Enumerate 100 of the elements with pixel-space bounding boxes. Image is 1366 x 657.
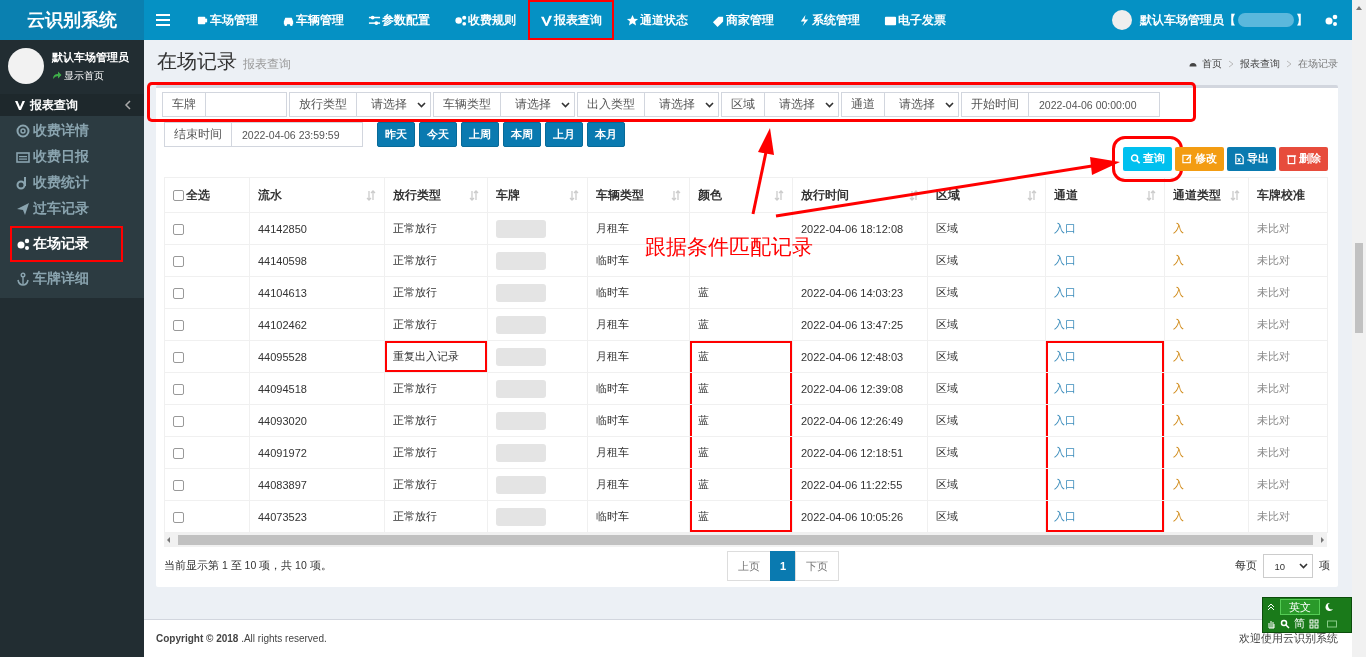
date-range-button[interactable]: 上周 xyxy=(461,122,499,147)
table-cell: 正常放行 xyxy=(393,478,437,490)
table-cell: 临时车 xyxy=(596,414,629,426)
row-checkbox[interactable] xyxy=(173,223,184,235)
table-cell: 入 xyxy=(1173,350,1184,362)
hand-icon[interactable] xyxy=(1266,618,1276,629)
table-cell[interactable]: 入口 xyxy=(1054,254,1076,266)
table-cell[interactable]: 入口 xyxy=(1054,510,1076,522)
nav-item[interactable]: 商家管理 xyxy=(700,0,786,40)
sidebar-item[interactable]: 过车记录 xyxy=(4,196,117,222)
nav-item[interactable]: 系统管理 xyxy=(786,0,872,40)
nav-item[interactable]: 电子发票 xyxy=(872,0,958,40)
table-cell: 正常放行 xyxy=(393,414,437,426)
nav-item[interactable]: 车辆管理 xyxy=(270,0,356,40)
grid-icon[interactable] xyxy=(1309,618,1319,629)
nav-item[interactable]: 通道状态 xyxy=(614,0,700,40)
table-cell[interactable]: 入口 xyxy=(1054,382,1076,394)
date-range-button[interactable]: 本周 xyxy=(503,122,541,147)
sidebar-item[interactable]: 收费详情 xyxy=(4,118,117,144)
action-button[interactable]: 删除 xyxy=(1279,147,1328,171)
ime-mode[interactable]: 英文 xyxy=(1280,598,1320,615)
nav-item[interactable]: 车场管理 xyxy=(184,0,270,40)
row-checkbox[interactable] xyxy=(173,287,184,299)
row-checkbox[interactable] xyxy=(173,255,184,267)
row-checkbox[interactable] xyxy=(173,319,184,331)
table-cell: 蓝 xyxy=(698,350,709,362)
dashboard-icon xyxy=(1189,60,1197,68)
sidebar-item[interactable]: 收费日报 xyxy=(4,144,117,170)
table-cell: 月租车 xyxy=(596,446,629,458)
date-range-button[interactable]: 上月 xyxy=(545,122,583,147)
table-cell: 44104613 xyxy=(258,286,307,299)
menu-icon[interactable] xyxy=(156,14,170,26)
date-range-button[interactable]: 本月 xyxy=(587,122,625,147)
moon-icon[interactable] xyxy=(1324,601,1334,612)
row-checkbox[interactable] xyxy=(173,479,184,491)
table-cell: 区域 xyxy=(936,286,958,298)
search-icon[interactable] xyxy=(1280,618,1290,629)
breadcrumb-link[interactable]: 报表查询 xyxy=(1240,57,1280,71)
table-cell: 未比对 xyxy=(1257,254,1290,266)
nav-item[interactable]: 收费规则 xyxy=(442,0,528,40)
anchor-icon xyxy=(16,272,30,286)
page-button[interactable]: 1 xyxy=(770,551,797,581)
column-header[interactable]: 车牌 xyxy=(496,186,520,204)
column-header[interactable]: 流水 xyxy=(258,186,282,204)
sidebar-item[interactable]: 车牌详细 xyxy=(4,266,117,292)
table-cell: 未比对 xyxy=(1257,414,1290,426)
action-button[interactable]: 导出 xyxy=(1227,147,1276,171)
column-header[interactable]: 通道 xyxy=(1054,186,1078,204)
table-cell[interactable]: 入口 xyxy=(1054,222,1076,234)
sidebar-item[interactable]: 在场记录 xyxy=(10,226,123,262)
table-cell[interactable]: 入口 xyxy=(1054,414,1076,426)
sidebar-item[interactable]: 收费统计 xyxy=(4,170,117,196)
table-cell: 区域 xyxy=(936,222,958,234)
home-link[interactable]: 显示首页 xyxy=(52,68,129,83)
select-all-checkbox[interactable] xyxy=(173,189,184,201)
table-cell: 未比对 xyxy=(1257,382,1290,394)
table-cell[interactable]: 入口 xyxy=(1054,446,1076,458)
ime-script[interactable]: 简 xyxy=(1294,616,1305,631)
table-cell: 正常放行 xyxy=(393,382,437,394)
nav-item[interactable]: 参数配置 xyxy=(356,0,442,40)
row-checkbox[interactable] xyxy=(173,383,184,395)
table-cell: 区域 xyxy=(936,510,958,522)
table-cell: 入 xyxy=(1173,318,1184,330)
row-checkbox[interactable] xyxy=(173,415,184,427)
pager-link[interactable]: 下页 xyxy=(795,551,840,581)
breadcrumb-link[interactable]: 首页 xyxy=(1202,57,1222,71)
horizontal-scrollbar[interactable] xyxy=(164,533,1327,547)
ring-icon xyxy=(16,124,30,138)
scroll-thumb[interactable] xyxy=(178,535,1313,545)
search-icon xyxy=(1130,153,1141,165)
app-logo[interactable]: 云识别系统 xyxy=(0,0,144,40)
pager-link[interactable]: 上页 xyxy=(727,551,771,581)
table-cell[interactable]: 入口 xyxy=(1054,286,1076,298)
settings-icon[interactable] xyxy=(1324,13,1338,27)
table-cell: 重复出入记录 xyxy=(393,350,459,362)
table-cell: 2022-04-06 12:18:51 xyxy=(801,446,904,459)
chevron-left-icon[interactable] xyxy=(122,99,134,111)
table-cell[interactable]: 入口 xyxy=(1054,478,1076,490)
row-checkbox[interactable] xyxy=(173,447,184,459)
column-header[interactable]: 颜色 xyxy=(698,186,722,204)
table-cell: 区域 xyxy=(936,414,958,426)
scroll-thumb[interactable] xyxy=(1355,243,1363,333)
table-cell: 正常放行 xyxy=(393,318,437,330)
table-cell[interactable]: 入口 xyxy=(1054,318,1076,330)
annotation-text: 跟据条件匹配记录 xyxy=(645,234,813,260)
per-page-select[interactable]: 10 xyxy=(1263,554,1313,578)
date-range-button[interactable]: 今天 xyxy=(419,122,457,147)
table-cell[interactable]: 入口 xyxy=(1054,350,1076,362)
page-subtitle: 报表查询 xyxy=(243,56,291,73)
avatar xyxy=(1112,10,1132,30)
row-checkbox[interactable] xyxy=(173,351,184,363)
column-header[interactable]: 放行时间 xyxy=(801,186,849,204)
table-cell: 蓝 xyxy=(698,446,709,458)
nav-item[interactable]: 报表查询 xyxy=(528,0,614,40)
chevron-up-icon[interactable] xyxy=(1266,601,1276,612)
sort-icon[interactable] xyxy=(909,189,919,201)
user-name[interactable]: 默认车场管理员【 xyxy=(1140,11,1236,29)
row-checkbox[interactable] xyxy=(173,511,184,523)
star-icon xyxy=(626,13,639,27)
date-range-button[interactable]: 昨天 xyxy=(377,122,415,147)
